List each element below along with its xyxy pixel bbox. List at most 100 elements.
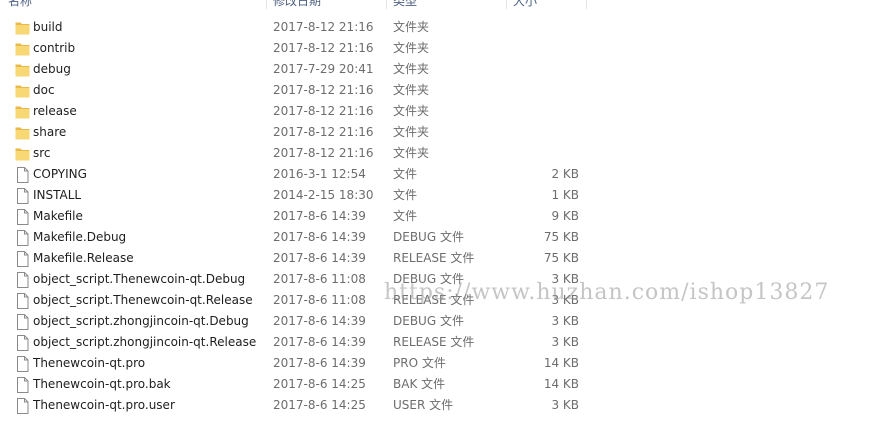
file-type: BAK 文件 bbox=[393, 377, 446, 391]
file-modified-date: 2017-8-6 14:39 bbox=[273, 335, 366, 349]
file-row[interactable]: Thenewcoin-qt.pro 2017-8-6 14:39 PRO 文件 14 … bbox=[0, 353, 874, 374]
file-icon bbox=[15, 335, 30, 351]
column-header: 名称 修改日期 类型 大小 bbox=[0, 0, 874, 9]
file-size: 9 KB bbox=[551, 209, 579, 223]
file-modified-date: 2017-8-6 14:39 bbox=[273, 314, 366, 328]
file-modified-date: 2017-8-6 11:08 bbox=[273, 293, 366, 307]
column-size-header[interactable]: 大小 bbox=[513, 0, 537, 9]
file-icon bbox=[15, 377, 30, 393]
file-type: 文件夹 bbox=[393, 104, 430, 118]
file-name: object_script.zhongjincoin-qt.Release bbox=[33, 335, 257, 349]
file-icon bbox=[15, 230, 30, 246]
file-row[interactable]: Makefile.Debug 2017-8-6 14:39 DEBUG 文件 75 K… bbox=[0, 227, 874, 248]
file-icon bbox=[15, 293, 30, 309]
file-size: 3 KB bbox=[551, 272, 579, 286]
file-row[interactable]: release 2017-8-12 21:16 文件夹 bbox=[0, 101, 874, 122]
file-name: Thenewcoin-qt.pro.user bbox=[33, 398, 175, 412]
file-type: USER 文件 bbox=[393, 398, 454, 412]
file-size: 3 KB bbox=[551, 398, 579, 412]
file-type: RELEASE 文件 bbox=[393, 293, 475, 307]
file-name: INSTALL bbox=[33, 188, 82, 202]
file-icon bbox=[15, 209, 30, 225]
column-divider[interactable] bbox=[386, 0, 387, 9]
file-type: 文件夹 bbox=[393, 20, 430, 34]
file-row[interactable]: object_script.Thenewcoin-qt.Release 2017-… bbox=[0, 290, 874, 311]
file-row[interactable]: INSTALL 2014-2-15 18:30 文件 1 KB bbox=[0, 185, 874, 206]
column-divider[interactable] bbox=[506, 0, 507, 9]
file-row[interactable]: Thenewcoin-qt.pro.user 2017-8-6 14:25 USER… bbox=[0, 395, 874, 416]
file-icon bbox=[15, 167, 30, 183]
file-modified-date: 2017-8-6 14:39 bbox=[273, 251, 366, 265]
file-modified-date: 2017-8-12 21:16 bbox=[273, 20, 374, 34]
file-row[interactable]: object_script.zhongjincoin-qt.Release 201… bbox=[0, 332, 874, 353]
folder-icon bbox=[15, 125, 30, 141]
file-icon bbox=[15, 251, 30, 267]
file-modified-date: 2017-8-12 21:16 bbox=[273, 125, 374, 139]
file-modified-date: 2017-7-29 20:41 bbox=[273, 62, 374, 76]
file-name: debug bbox=[33, 62, 71, 76]
file-type: 文件夹 bbox=[393, 62, 430, 76]
file-modified-date: 2017-8-6 14:39 bbox=[273, 356, 366, 370]
file-row[interactable]: object_script.zhongjincoin-qt.Debug 2017-… bbox=[0, 311, 874, 332]
folder-icon bbox=[15, 146, 30, 162]
file-type: RELEASE 文件 bbox=[393, 251, 475, 265]
file-row[interactable]: contrib 2017-8-12 21:16 文件夹 bbox=[0, 38, 874, 59]
file-type: 文件夹 bbox=[393, 83, 430, 97]
file-size: 75 KB bbox=[543, 230, 579, 244]
file-row[interactable]: Makefile.Release 2017-8-6 14:39 RELEASE 文件… bbox=[0, 248, 874, 269]
file-type: 文件夹 bbox=[393, 146, 430, 160]
file-modified-date: 2017-8-6 14:25 bbox=[273, 398, 366, 412]
file-modified-date: 2014-2-15 18:30 bbox=[273, 188, 374, 202]
file-icon bbox=[15, 188, 30, 204]
file-icon bbox=[15, 398, 30, 414]
folder-icon bbox=[15, 62, 30, 78]
file-name: share bbox=[33, 125, 67, 139]
file-name: src bbox=[33, 146, 51, 160]
file-name: object_script.Thenewcoin-qt.Release bbox=[33, 293, 253, 307]
file-size: 14 KB bbox=[543, 356, 579, 370]
file-size: 75 KB bbox=[543, 251, 579, 265]
file-modified-date: 2017-8-6 14:39 bbox=[273, 230, 366, 244]
file-modified-date: 2017-8-12 21:16 bbox=[273, 104, 374, 118]
column-divider[interactable] bbox=[266, 0, 267, 9]
column-name-header[interactable]: 名称 bbox=[8, 0, 32, 9]
file-modified-date: 2017-8-12 21:16 bbox=[273, 83, 374, 97]
file-name: Makefile bbox=[33, 209, 83, 223]
file-row[interactable]: build 2017-8-12 21:16 文件夹 bbox=[0, 17, 874, 38]
file-type: 文件 bbox=[393, 188, 418, 202]
file-modified-date: 2017-8-6 14:39 bbox=[273, 209, 366, 223]
file-size: 3 KB bbox=[551, 293, 579, 307]
file-type: 文件 bbox=[393, 167, 418, 181]
file-modified-date: 2017-8-6 11:08 bbox=[273, 272, 366, 286]
file-name: build bbox=[33, 20, 63, 34]
file-modified-date: 2017-8-12 21:16 bbox=[273, 146, 374, 160]
file-row[interactable]: debug 2017-7-29 20:41 文件夹 bbox=[0, 59, 874, 80]
file-size: 3 KB bbox=[551, 335, 579, 349]
file-row[interactable]: object_script.Thenewcoin-qt.Debug 2017-8-… bbox=[0, 269, 874, 290]
file-row[interactable]: Thenewcoin-qt.pro.bak 2017-8-6 14:25 BAK 文… bbox=[0, 374, 874, 395]
file-row[interactable]: COPYING 2016-3-1 12:54 文件 2 KB bbox=[0, 164, 874, 185]
file-type: RELEASE 文件 bbox=[393, 335, 475, 349]
file-name: contrib bbox=[33, 41, 76, 55]
file-modified-date: 2017-8-6 14:25 bbox=[273, 377, 366, 391]
file-type: PRO 文件 bbox=[393, 356, 446, 370]
file-row[interactable]: Makefile 2017-8-6 14:39 文件 9 KB bbox=[0, 206, 874, 227]
file-row[interactable]: share 2017-8-12 21:16 文件夹 bbox=[0, 122, 874, 143]
file-name: release bbox=[33, 104, 77, 118]
file-name: Thenewcoin-qt.pro bbox=[33, 356, 146, 370]
file-name: Thenewcoin-qt.pro.bak bbox=[33, 377, 171, 391]
file-type: DEBUG 文件 bbox=[393, 272, 464, 286]
file-size: 2 KB bbox=[551, 167, 579, 181]
file-icon bbox=[15, 272, 30, 288]
column-divider[interactable] bbox=[586, 0, 587, 9]
file-row[interactable]: doc 2017-8-12 21:16 文件夹 bbox=[0, 80, 874, 101]
file-name: COPYING bbox=[33, 167, 87, 181]
file-type: DEBUG 文件 bbox=[393, 314, 464, 328]
column-type-header[interactable]: 类型 bbox=[393, 0, 417, 9]
folder-icon bbox=[15, 83, 30, 99]
file-name: object_script.Thenewcoin-qt.Debug bbox=[33, 272, 246, 286]
file-row[interactable]: src 2017-8-12 21:16 文件夹 bbox=[0, 143, 874, 164]
folder-icon bbox=[15, 20, 30, 36]
column-date-header[interactable]: 修改日期 bbox=[273, 0, 321, 9]
file-name: doc bbox=[33, 83, 55, 97]
